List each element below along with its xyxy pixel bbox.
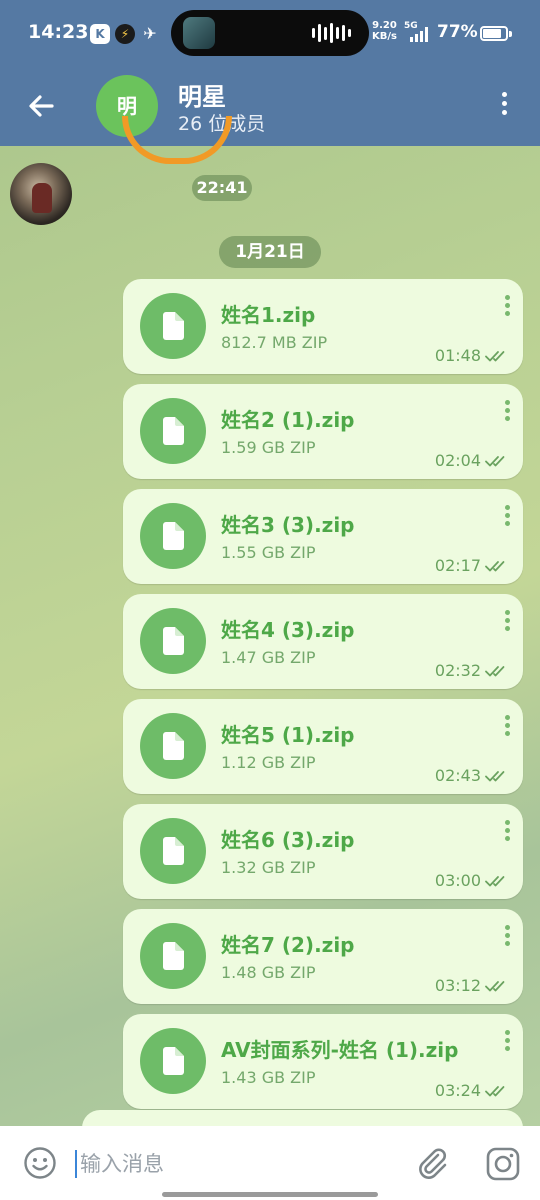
previous-message-fragment bbox=[122, 116, 232, 164]
net-speed: 9.20 KB/s bbox=[372, 20, 397, 42]
double-check-icon bbox=[485, 981, 505, 992]
file-download-button[interactable] bbox=[140, 608, 206, 674]
sender-avatar[interactable] bbox=[10, 163, 72, 225]
back-button[interactable] bbox=[22, 86, 62, 126]
file-icon bbox=[163, 1047, 184, 1075]
message-time: 02:43 bbox=[434, 766, 481, 785]
double-check-icon bbox=[485, 456, 505, 467]
file-message[interactable]: 姓名1.zip 812.7 MB ZIP 01:48 bbox=[123, 279, 523, 374]
file-message[interactable]: 姓名7 (2).zip 1.48 GB ZIP 03:12 bbox=[123, 909, 523, 1004]
file-name: AV封面系列-姓名 (1).zip bbox=[221, 1038, 459, 1062]
message-time: 02:32 bbox=[434, 661, 481, 680]
message-time: 03:24 bbox=[434, 1081, 481, 1100]
message-time: 03:12 bbox=[434, 976, 481, 995]
signal-icon bbox=[410, 27, 428, 42]
status-bar: 14:23 K ⚡ ✈ 9.20 KB/s 5G 77% bbox=[0, 0, 540, 66]
file-icon bbox=[163, 627, 184, 655]
file-size: 812.7 MB ZIP bbox=[221, 333, 328, 352]
home-indicator[interactable] bbox=[162, 1192, 378, 1197]
file-icon bbox=[163, 837, 184, 865]
file-size: 1.48 GB ZIP bbox=[221, 963, 316, 982]
file-name: 姓名6 (3).zip bbox=[221, 828, 355, 852]
battery-icon bbox=[480, 26, 508, 41]
file-message[interactable]: 姓名6 (3).zip 1.32 GB ZIP 03:00 bbox=[123, 804, 523, 899]
file-download-button[interactable] bbox=[140, 1028, 206, 1094]
status-time: 14:23 bbox=[28, 21, 89, 43]
battery-level: 77% bbox=[437, 22, 478, 42]
message-input-bar: 输入消息 bbox=[0, 1126, 540, 1200]
k-app-icon: K bbox=[90, 24, 110, 44]
file-download-button[interactable] bbox=[140, 818, 206, 884]
file-name: 姓名1.zip bbox=[221, 303, 316, 327]
file-message[interactable]: 姓名5 (1).zip 1.12 GB ZIP 02:43 bbox=[123, 699, 523, 794]
arrow-left-icon bbox=[29, 95, 54, 117]
double-check-icon bbox=[485, 876, 505, 887]
media-thumbnail bbox=[183, 17, 215, 49]
bolt-app-icon: ⚡ bbox=[115, 24, 135, 44]
message-more-button[interactable] bbox=[503, 610, 511, 638]
file-name: 姓名3 (3).zip bbox=[221, 513, 355, 537]
double-check-icon bbox=[485, 666, 505, 677]
emoji-button[interactable] bbox=[23, 1146, 57, 1180]
file-size: 1.47 GB ZIP bbox=[221, 648, 316, 667]
file-download-button[interactable] bbox=[140, 713, 206, 779]
dynamic-island[interactable] bbox=[171, 10, 369, 56]
message-time: 02:17 bbox=[434, 556, 481, 575]
message-more-button[interactable] bbox=[503, 715, 511, 743]
message-more-button[interactable] bbox=[503, 925, 511, 953]
file-download-button[interactable] bbox=[140, 923, 206, 989]
file-name: 姓名2 (1).zip bbox=[221, 408, 355, 432]
message-time: 02:04 bbox=[434, 451, 481, 470]
double-check-icon bbox=[485, 771, 505, 782]
message-more-button[interactable] bbox=[503, 295, 511, 323]
text-caret bbox=[75, 1150, 77, 1178]
file-download-button[interactable] bbox=[140, 503, 206, 569]
audio-waveform-icon bbox=[312, 23, 351, 43]
message-time: 03:00 bbox=[434, 871, 481, 890]
file-message[interactable]: 姓名4 (3).zip 1.47 GB ZIP 02:32 bbox=[123, 594, 523, 689]
file-icon bbox=[163, 732, 184, 760]
double-check-icon bbox=[485, 351, 505, 362]
file-download-button[interactable] bbox=[140, 398, 206, 464]
message-more-button[interactable] bbox=[503, 1030, 511, 1058]
smiley-icon bbox=[24, 1147, 56, 1179]
file-size: 1.32 GB ZIP bbox=[221, 858, 316, 877]
file-download-button[interactable] bbox=[140, 293, 206, 359]
telegram-app-icon: ✈ bbox=[143, 24, 157, 43]
chat-title[interactable]: 明星 bbox=[178, 77, 226, 112]
camera-icon bbox=[486, 1147, 520, 1181]
file-icon bbox=[163, 942, 184, 970]
double-check-icon bbox=[485, 1086, 505, 1097]
message-more-button[interactable] bbox=[503, 505, 511, 533]
message-time-pill: 22:41 bbox=[192, 175, 252, 201]
more-menu-button[interactable] bbox=[494, 88, 514, 124]
message-more-button[interactable] bbox=[503, 400, 511, 428]
attach-button[interactable] bbox=[414, 1145, 450, 1181]
file-size: 1.12 GB ZIP bbox=[221, 753, 316, 772]
file-message[interactable]: 姓名2 (1).zip 1.59 GB ZIP 02:04 bbox=[123, 384, 523, 479]
message-more-button[interactable] bbox=[503, 820, 511, 848]
file-name: 姓名7 (2).zip bbox=[221, 933, 355, 957]
file-message[interactable]: 姓名3 (3).zip 1.55 GB ZIP 02:17 bbox=[123, 489, 523, 584]
date-divider: 1月21日 bbox=[219, 236, 321, 268]
file-icon bbox=[163, 522, 184, 550]
file-size: 1.43 GB ZIP bbox=[221, 1068, 316, 1087]
file-name: 姓名5 (1).zip bbox=[221, 723, 355, 747]
camera-button[interactable] bbox=[485, 1146, 521, 1182]
file-message[interactable]: AV封面系列-姓名 (1).zip 1.43 GB ZIP 03:24 bbox=[123, 1014, 523, 1109]
paperclip-icon bbox=[419, 1148, 447, 1179]
file-icon bbox=[163, 312, 184, 340]
file-size: 1.59 GB ZIP bbox=[221, 438, 316, 457]
file-size: 1.55 GB ZIP bbox=[221, 543, 316, 562]
chat-header: 明 明星 26 位成员 bbox=[0, 66, 540, 146]
message-time: 01:48 bbox=[434, 346, 481, 365]
double-check-icon bbox=[485, 561, 505, 572]
message-input[interactable]: 输入消息 bbox=[80, 1148, 164, 1178]
file-icon bbox=[163, 417, 184, 445]
file-name: 姓名4 (3).zip bbox=[221, 618, 355, 642]
